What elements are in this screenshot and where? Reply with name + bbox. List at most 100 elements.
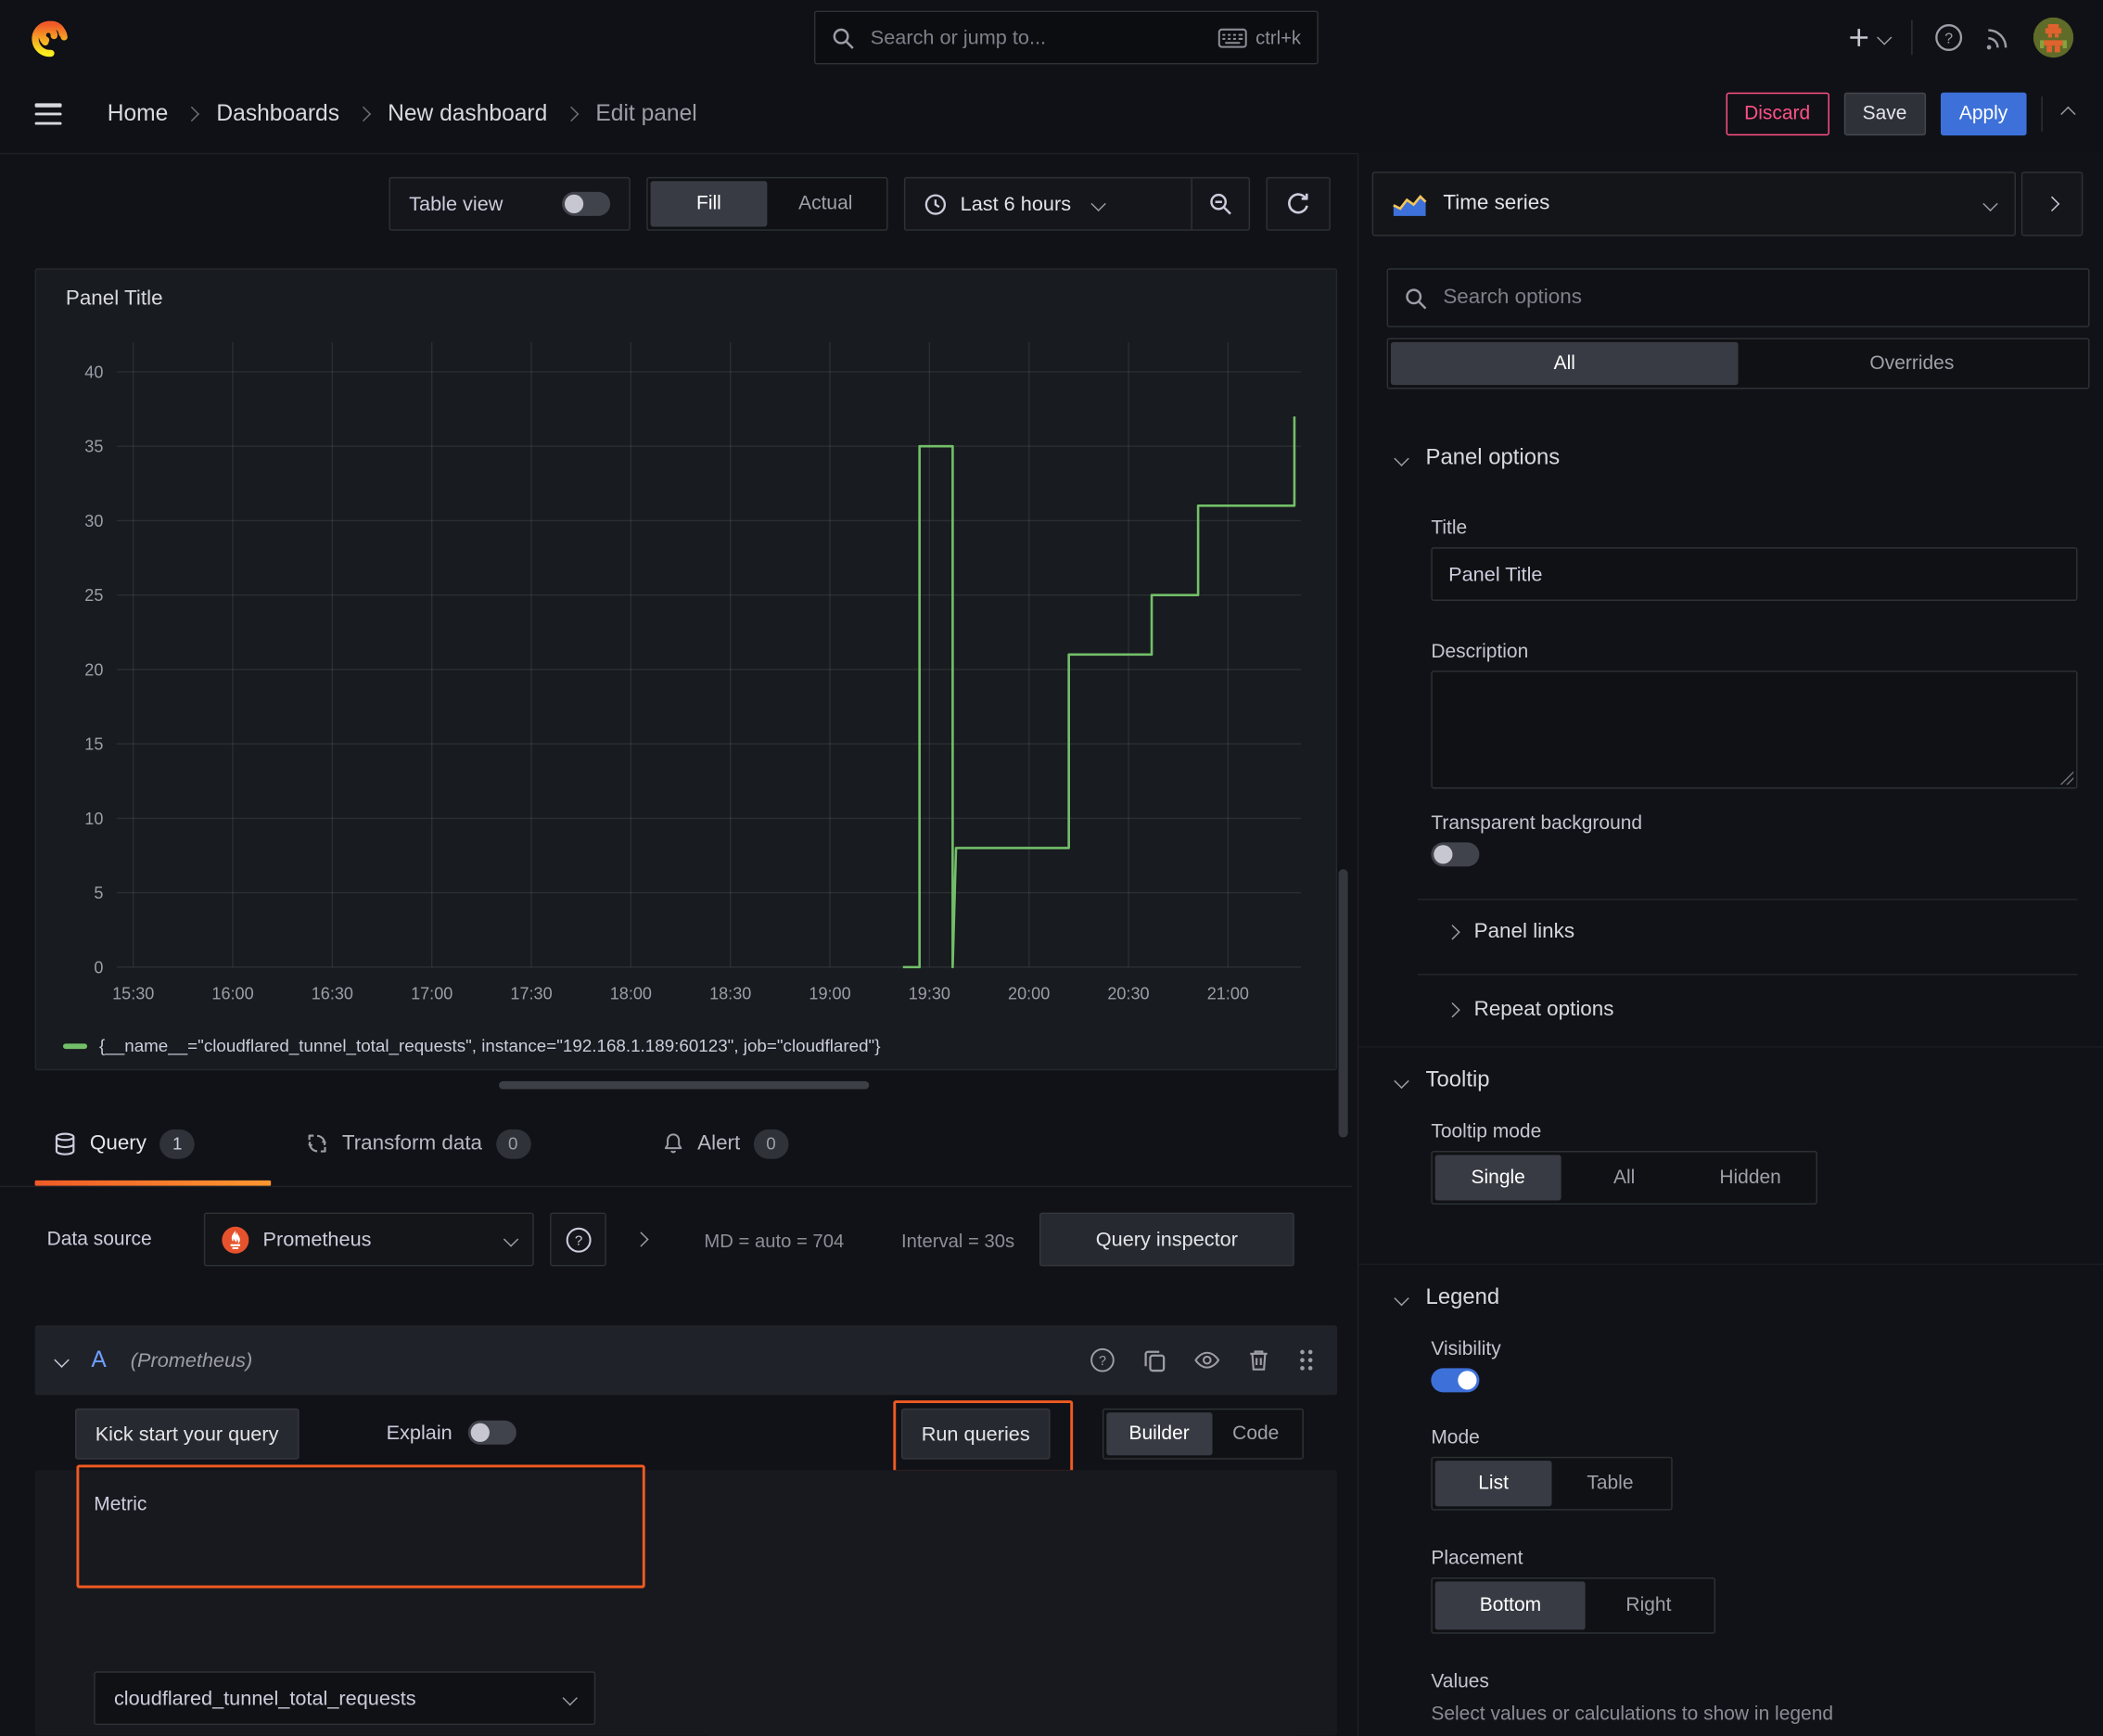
placement-bottom-option[interactable]: Bottom [1434,1581,1587,1630]
legend-list-option[interactable]: List [1434,1461,1552,1507]
visualization-select[interactable]: Time series [1371,172,2016,236]
toggle-viz-picker-button[interactable] [2020,172,2084,236]
menu-icon[interactable] [34,103,62,125]
global-search[interactable]: ctrl+k [813,10,1319,65]
discard-button[interactable]: Discard [1725,92,1829,136]
prometheus-icon [222,1225,249,1253]
duplicate-query-icon[interactable] [1142,1348,1166,1372]
time-range-picker[interactable]: Last 6 hours [905,193,1191,215]
svg-text:?: ? [1944,31,1953,46]
transparent-background-toggle[interactable] [1431,842,1480,867]
datasource-help-button[interactable]: ? [550,1212,606,1267]
drag-query-icon[interactable] [1297,1348,1316,1372]
breadcrumb-home[interactable]: Home [108,100,169,127]
legend-section-header[interactable]: Legend [1394,1284,1500,1310]
options-scope-tabs: All Overrides [1386,338,2090,389]
keyboard-icon [1218,28,1248,48]
query-row-header[interactable]: A (Prometheus) ? [34,1325,1338,1396]
search-input[interactable] [867,24,1205,51]
hide-query-icon[interactable] [1193,1349,1220,1371]
database-icon [54,1131,77,1155]
description-textarea[interactable] [1431,670,2078,789]
refresh-button[interactable] [1266,176,1331,231]
svg-text:17:30: 17:30 [510,985,552,1003]
save-button[interactable]: Save [1843,92,1926,136]
tab-alert[interactable]: Alert 0 [663,1103,789,1184]
tooltip-hidden-option[interactable]: Hidden [1688,1155,1814,1200]
time-series-panel[interactable]: Panel Title 0 5 10 15 20 25 30 35 40 15:30 16:00 16… [34,268,1338,1071]
collapse-header-icon[interactable] [2060,106,2076,122]
time-series-chart[interactable]: 0 5 10 15 20 25 30 35 40 15:30 16:00 16:30 17:00 17:3… [47,328,1315,1015]
tooltip-section-header[interactable]: Tooltip [1394,1067,1490,1092]
chevron-down-icon [1090,196,1106,212]
metric-label: Metric [94,1494,147,1516]
top-nav-bar: ctrl+k ? [0,0,2103,77]
help-icon[interactable]: ? [1934,23,1964,53]
bottom-pane-tabs: Query 1 Transform data 0 Alert 0 [0,1103,1353,1188]
panel-links-section-header[interactable]: Panel links [1445,920,1575,944]
apply-button[interactable]: Apply [1940,92,2027,136]
legend-placement-segmented: Bottom Right [1431,1577,1715,1634]
legend-table-option[interactable]: Table [1552,1461,1669,1506]
chevron-down-icon [1394,1290,1409,1306]
datasource-label: Data source [46,1228,152,1251]
create-new-button[interactable] [1848,27,1893,48]
tab-transform-label: Transform data [341,1131,483,1155]
table-view-toggle[interactable] [562,191,611,216]
options-search[interactable] [1386,268,2090,327]
svg-text:18:30: 18:30 [709,985,751,1003]
options-search-input[interactable] [1440,284,2072,312]
code-option[interactable]: Code [1212,1412,1300,1455]
tab-query[interactable]: Query 1 [54,1103,196,1184]
actual-option[interactable]: Actual [767,181,884,226]
tab-transform-data[interactable]: Transform data 0 [306,1103,531,1184]
zoom-out-button[interactable] [1192,178,1249,229]
chevron-down-icon [1982,196,1998,212]
metric-select[interactable]: cloudflared_tunnel_total_requests [94,1671,596,1726]
pane-resize-handle[interactable] [499,1080,870,1090]
legend-mode-label: Mode [1431,1427,1480,1449]
delete-query-icon[interactable] [1247,1348,1270,1372]
collapse-options-icon[interactable] [633,1232,649,1247]
query-inspector-button[interactable]: Query inspector [1039,1212,1294,1267]
chevron-down-icon [1394,1072,1409,1089]
tab-query-label: Query [89,1131,147,1155]
breadcrumb-dashboards[interactable]: Dashboards [216,100,339,127]
tooltip-single-option[interactable]: Single [1434,1155,1561,1201]
chevron-down-icon [1877,30,1893,45]
avatar[interactable] [2033,17,2074,58]
legend-visibility-toggle[interactable] [1431,1368,1480,1393]
repeat-options-section-header[interactable]: Repeat options [1445,998,1613,1022]
grafana-logo-icon[interactable] [30,18,70,57]
builder-option[interactable]: Builder [1106,1412,1212,1456]
kick-start-query-button[interactable]: Kick start your query [75,1408,300,1460]
resize-grip-icon[interactable] [2059,771,2074,785]
breadcrumb-new-dashboard[interactable]: New dashboard [388,100,547,127]
scope-overrides-tab[interactable]: Overrides [1739,342,2086,385]
metric-highlight [76,1464,645,1589]
legend-series-label[interactable]: {__name__="cloudflared_tunnel_total_requ… [99,1036,880,1056]
datasource-select[interactable]: Prometheus [203,1212,534,1267]
panel-links-heading: Panel links [1473,920,1575,943]
svg-text:5: 5 [94,884,103,902]
svg-text:19:00: 19:00 [809,985,850,1003]
scrollbar-thumb[interactable] [1338,869,1348,1138]
placement-right-option[interactable]: Right [1586,1581,1711,1629]
panel-title[interactable]: Panel Title [66,287,163,312]
bell-icon [663,1132,684,1155]
explain-toggle[interactable] [468,1420,517,1445]
collapse-query-icon[interactable] [54,1352,70,1368]
tooltip-all-option[interactable]: All [1561,1155,1688,1200]
panel-title-input[interactable] [1431,547,2078,602]
scope-all-tab[interactable]: All [1390,341,1739,386]
tooltip-heading: Tooltip [1425,1067,1490,1092]
fill-option[interactable]: Fill [650,181,768,227]
run-queries-button[interactable]: Run queries [901,1408,1051,1460]
chart-legend[interactable]: {__name__="cloudflared_tunnel_total_requ… [62,1036,881,1056]
query-help-icon[interactable]: ? [1090,1347,1116,1373]
panel-options-section-header[interactable]: Panel options [1394,445,1560,470]
news-icon[interactable] [1985,24,2012,51]
legend-heading: Legend [1425,1284,1500,1309]
svg-text:20:00: 20:00 [1008,985,1050,1003]
search-icon [1404,287,1427,310]
